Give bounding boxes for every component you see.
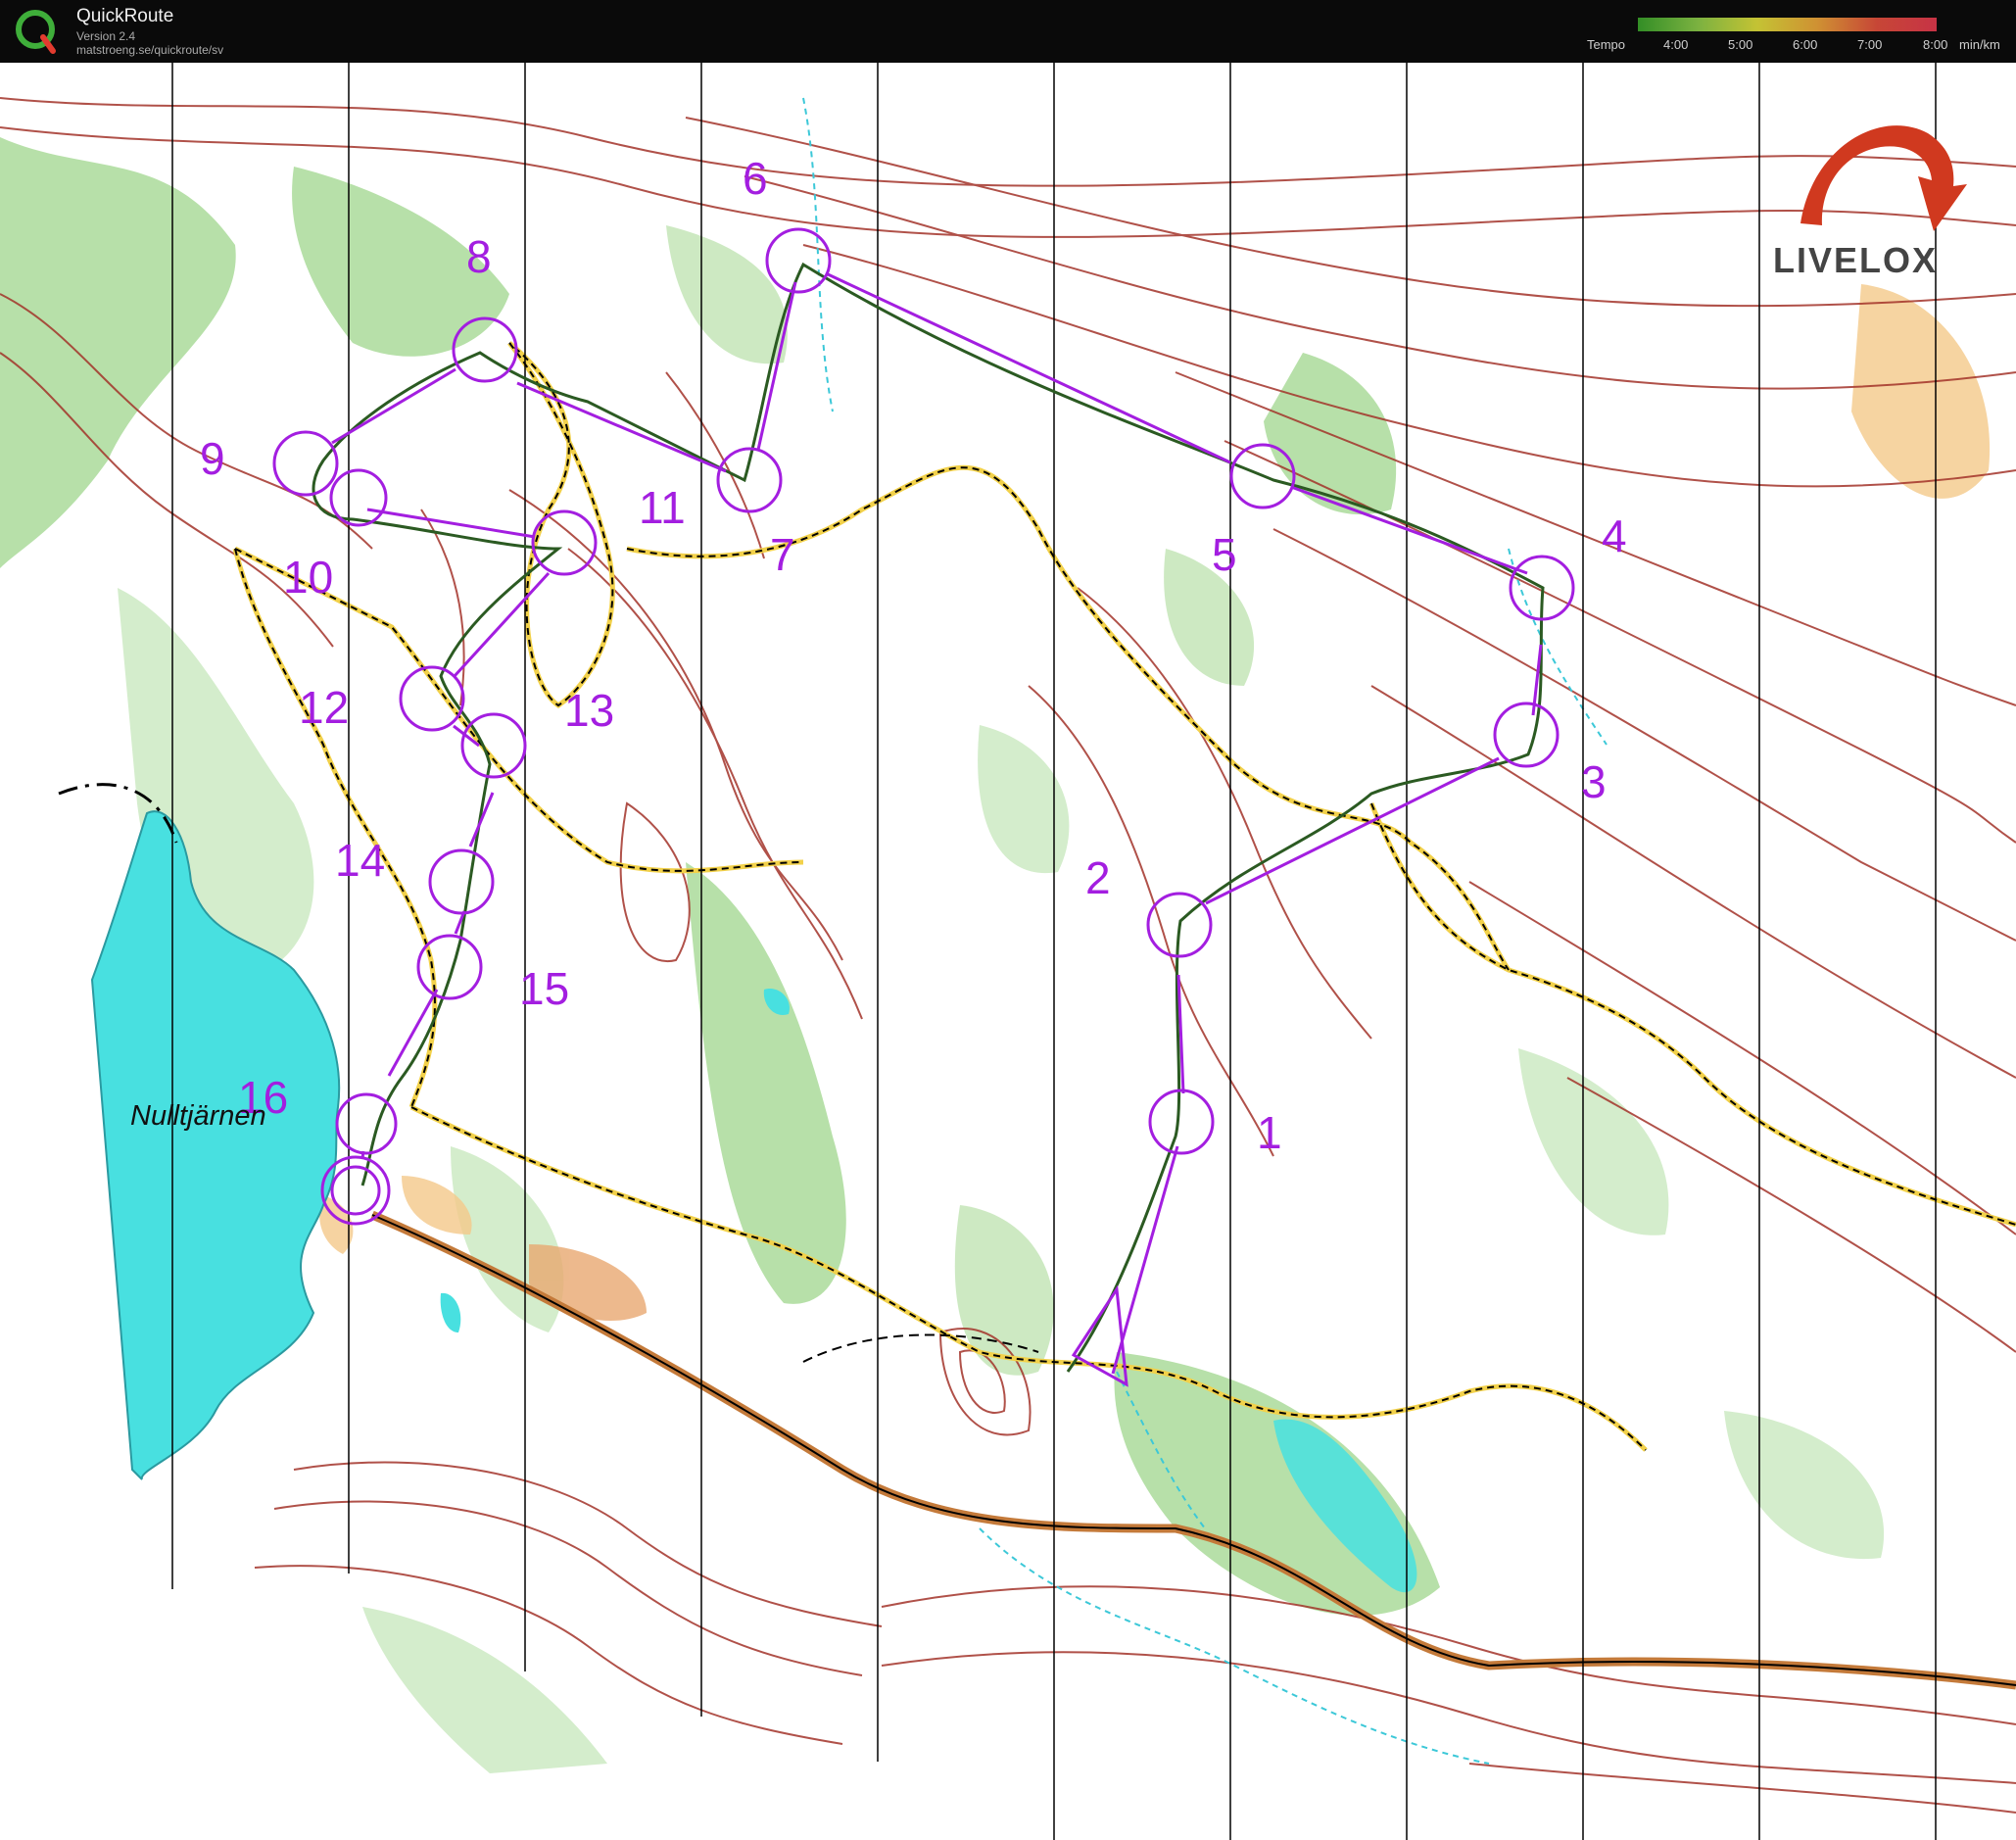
tempo-tick-5: 5:00 xyxy=(1728,37,1753,52)
app-titlebar: QuickRoute Version 2.4 matstroeng.se/qui… xyxy=(0,0,2016,63)
control-number-10: 10 xyxy=(283,552,333,603)
control-number-12: 12 xyxy=(299,682,349,733)
map-canvas: 1 2 3 4 5 6 7 8 9 10 11 12 13 14 15 16 N… xyxy=(0,63,2016,1840)
control-number-8: 8 xyxy=(466,231,492,282)
app-url: matstroeng.se/quickroute/sv xyxy=(76,43,224,57)
control-number-5: 5 xyxy=(1212,529,1237,580)
app-version: Version 2.4 xyxy=(76,29,136,43)
control-number-9: 9 xyxy=(200,433,225,484)
control-number-2: 2 xyxy=(1085,852,1111,903)
control-number-1: 1 xyxy=(1257,1107,1282,1158)
livelox-brand: LIVELOX xyxy=(1773,240,1938,280)
tempo-tick-4: 4:00 xyxy=(1663,37,1689,52)
tempo-label: Tempo xyxy=(1587,37,1626,52)
orienteering-map[interactable]: 1 2 3 4 5 6 7 8 9 10 11 12 13 14 15 16 N… xyxy=(0,63,2016,1840)
control-number-4: 4 xyxy=(1602,510,1627,561)
control-number-14: 14 xyxy=(335,835,385,886)
quickroute-logo-icon xyxy=(16,10,56,54)
control-number-6: 6 xyxy=(743,153,768,204)
tempo-unit: min/km xyxy=(1959,37,2000,52)
app-title: QuickRoute xyxy=(76,6,174,26)
lake-label: Nulltjärnen xyxy=(130,1100,266,1132)
tempo-tick-6: 6:00 xyxy=(1793,37,1818,52)
control-number-7: 7 xyxy=(770,529,795,580)
control-number-3: 3 xyxy=(1581,756,1607,807)
tempo-color-scale xyxy=(1638,18,1937,31)
tempo-tick-8: 8:00 xyxy=(1923,37,1948,52)
control-number-15: 15 xyxy=(519,963,569,1014)
control-number-13: 13 xyxy=(564,685,614,736)
tempo-tick-7: 7:00 xyxy=(1857,37,1883,52)
control-number-11: 11 xyxy=(639,482,686,533)
